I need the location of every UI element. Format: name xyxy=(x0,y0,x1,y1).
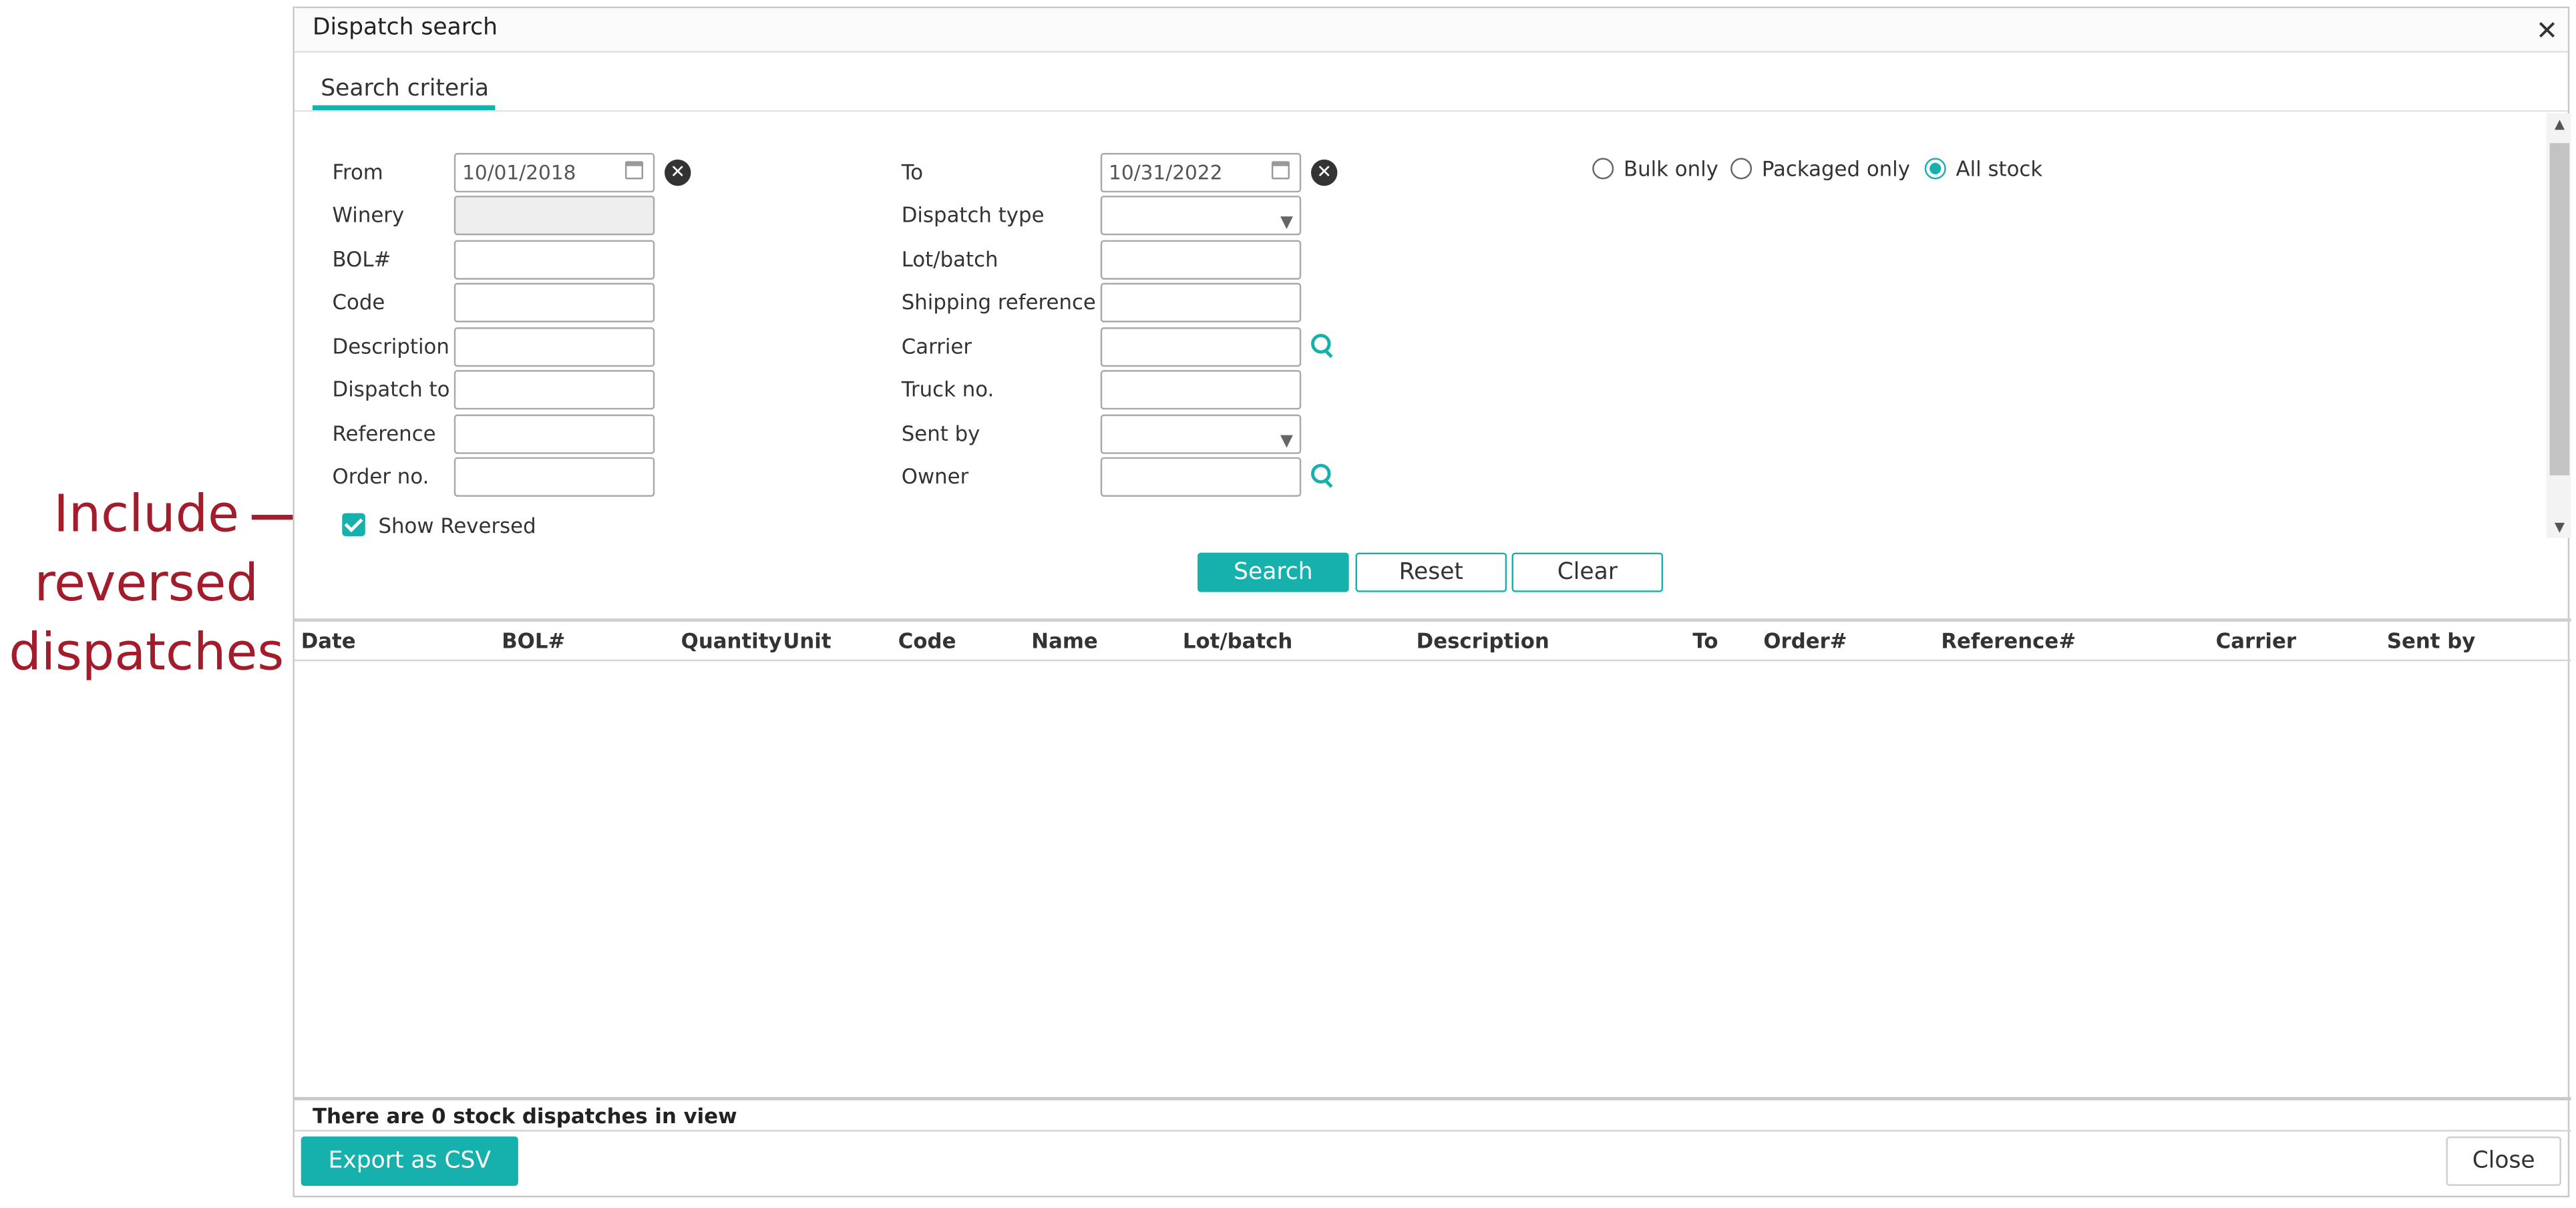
search-button[interactable]: Search xyxy=(1198,552,1349,592)
scroll-down-icon[interactable]: ▼ xyxy=(2550,520,2570,534)
reset-button[interactable]: Reset xyxy=(1355,552,1507,592)
tab-bar: Search criteria xyxy=(294,57,2568,112)
lot-batch-input[interactable] xyxy=(1100,240,1302,280)
code-input[interactable] xyxy=(453,282,655,323)
code-label: Code xyxy=(332,289,385,315)
column-header-quantity[interactable]: Quantity xyxy=(681,628,782,653)
radio-all-stock[interactable] xyxy=(1924,158,1946,180)
column-header-name[interactable]: Name xyxy=(1031,628,1098,653)
dispatch-type-select[interactable]: ▼ xyxy=(1100,196,1302,236)
dispatch-to-input[interactable] xyxy=(453,370,655,410)
annotation-line: reversed xyxy=(34,554,258,614)
results-table-body[interactable] xyxy=(295,661,2571,1097)
dispatch-search-dialog: Dispatch search ✕ Search criteria From 1… xyxy=(293,6,2571,1198)
dialog-titlebar: Dispatch search ✕ xyxy=(294,8,2568,53)
annotation-line: Include xyxy=(53,485,240,545)
bulk-only-label: Bulk only xyxy=(1623,156,1718,181)
carrier-search-icon[interactable] xyxy=(1310,333,1336,359)
calendar-icon[interactable] xyxy=(624,161,644,180)
truck-no-label: Truck no. xyxy=(901,377,994,401)
status-bar: There are 0 stock dispatches in view xyxy=(294,1096,2571,1132)
from-label: From xyxy=(332,159,383,184)
chevron-down-icon: ▼ xyxy=(1280,432,1293,451)
description-input[interactable] xyxy=(453,327,655,367)
winery-label: Winery xyxy=(332,202,405,227)
column-header-description[interactable]: Description xyxy=(1417,628,1549,653)
winery-input xyxy=(453,196,655,236)
screen: Include reversed dispatches Dispatch sea… xyxy=(0,0,2576,1202)
search-criteria-panel: From 10/01/2018 ✕ Winery BOL# Code Descr… xyxy=(295,110,2571,541)
bol-input[interactable] xyxy=(453,240,655,280)
column-header-code[interactable]: Code xyxy=(898,628,956,653)
export-csv-button[interactable]: Export as CSV xyxy=(301,1136,518,1186)
annotation-line: dispatches xyxy=(9,623,285,683)
annotation-callout: Include reversed dispatches xyxy=(0,480,293,687)
status-text: There are 0 stock dispatches in view xyxy=(312,1103,737,1129)
bol-label: BOL# xyxy=(332,246,391,272)
column-header-reference[interactable]: Reference# xyxy=(1941,628,2076,653)
carrier-label: Carrier xyxy=(901,333,972,359)
dispatch-to-label: Dispatch to xyxy=(332,377,450,401)
all-stock-label: All stock xyxy=(1956,156,2043,181)
carrier-input[interactable] xyxy=(1100,327,1302,367)
truck-no-input[interactable] xyxy=(1100,370,1302,410)
close-icon[interactable]: ✕ xyxy=(2536,15,2558,46)
owner-input[interactable] xyxy=(1100,457,1302,497)
shipping-reference-label: Shipping reference xyxy=(901,289,1096,315)
lot-batch-label: Lot/batch xyxy=(901,246,998,272)
reference-label: Reference xyxy=(332,421,436,446)
owner-search-icon[interactable] xyxy=(1310,462,1336,488)
close-button[interactable]: Close xyxy=(2446,1136,2561,1186)
scrollbar-thumb[interactable] xyxy=(2549,143,2570,475)
to-label: To xyxy=(901,159,924,184)
results-table-header: Date BOL# Quantity Unit Code Name Lot/ba… xyxy=(294,618,2571,662)
from-date-value: 10/01/2018 xyxy=(462,161,576,184)
column-header-carrier[interactable]: Carrier xyxy=(2216,628,2296,653)
scroll-up-icon[interactable]: ▲ xyxy=(2550,117,2570,132)
sent-by-label: Sent by xyxy=(901,421,980,446)
column-header-lot-batch[interactable]: Lot/batch xyxy=(1183,628,1292,653)
shipping-reference-input[interactable] xyxy=(1100,282,1302,323)
radio-bulk-only[interactable] xyxy=(1592,158,1614,180)
order-no-input[interactable] xyxy=(453,457,655,497)
column-header-date[interactable]: Date xyxy=(301,628,356,653)
packaged-only-label: Packaged only xyxy=(1761,156,1910,181)
clear-button[interactable]: Clear xyxy=(1511,552,1664,592)
calendar-icon[interactable] xyxy=(1271,161,1290,180)
to-date-value: 10/31/2022 xyxy=(1109,161,1223,184)
clear-to-date-icon[interactable]: ✕ xyxy=(1311,159,1338,186)
show-reversed-label: Show Reversed xyxy=(378,513,536,538)
dispatch-type-label: Dispatch type xyxy=(901,202,1045,227)
dialog-title: Dispatch search xyxy=(312,15,498,41)
column-header-bol[interactable]: BOL# xyxy=(502,628,565,653)
to-date-input[interactable]: 10/31/2022 xyxy=(1100,153,1302,193)
tab-search-criteria[interactable]: Search criteria xyxy=(312,75,496,111)
reference-input[interactable] xyxy=(453,414,655,454)
column-header-to[interactable]: To xyxy=(1692,628,1718,653)
chevron-down-icon: ▼ xyxy=(1280,214,1293,232)
show-reversed-checkbox[interactable] xyxy=(342,513,365,536)
clear-from-date-icon[interactable]: ✕ xyxy=(665,159,691,186)
column-header-unit[interactable]: Unit xyxy=(783,628,831,653)
sent-by-select[interactable]: ▼ xyxy=(1100,414,1302,454)
criteria-scrollbar[interactable]: ▲ ▼ xyxy=(2546,113,2571,538)
description-label: Description xyxy=(332,333,449,359)
column-header-order[interactable]: Order# xyxy=(1763,628,1847,653)
order-no-label: Order no. xyxy=(332,463,429,489)
radio-packaged-only[interactable] xyxy=(1730,158,1753,180)
column-header-sent-by[interactable]: Sent by xyxy=(2387,628,2476,653)
from-date-input[interactable]: 10/01/2018 xyxy=(453,153,655,193)
owner-label: Owner xyxy=(901,463,969,489)
